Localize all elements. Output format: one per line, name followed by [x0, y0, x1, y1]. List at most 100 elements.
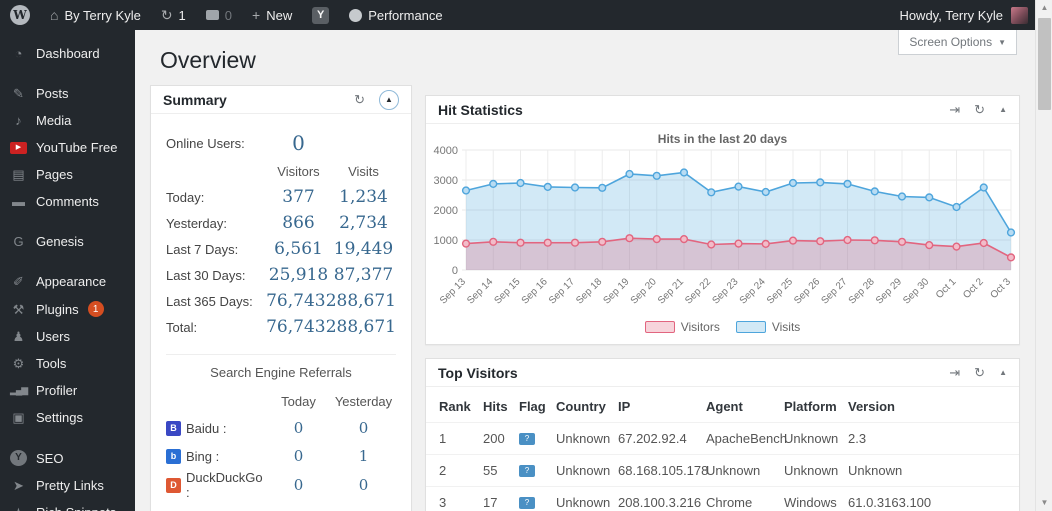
summary-row-label: Yesterday:	[166, 216, 266, 231]
sidebar-item-posts[interactable]: ✎Posts	[0, 80, 135, 107]
x-tick-label: Sep 23	[710, 276, 740, 306]
data-point	[735, 240, 742, 247]
sidebar-item-rich-snippets[interactable]: ★Rich Snippets	[0, 499, 135, 511]
comments-count: 0	[225, 8, 232, 23]
data-point	[817, 179, 824, 186]
sidebar-item-media[interactable]: ♪Media	[0, 107, 135, 134]
scroll-down-arrow-icon[interactable]: ▼	[1036, 495, 1052, 511]
sidebar-item-comments[interactable]: ▬Comments	[0, 188, 135, 215]
collapse-icon[interactable]: ▲	[999, 106, 1007, 114]
referral-engine-name: DuckDuckGo :	[186, 470, 266, 500]
table-header-row: RankHitsFlagCountryIPAgentPlatformVersio…	[426, 391, 1019, 422]
referral-engine-name: Bing :	[186, 449, 219, 464]
data-point	[681, 236, 688, 243]
vertical-scrollbar[interactable]: ▲ ▼	[1035, 0, 1052, 511]
new-content-menu[interactable]: + New	[242, 0, 302, 30]
home-icon: ⌂	[50, 8, 58, 22]
sidebar-item-plugins[interactable]: ⚒Plugins1	[0, 295, 135, 323]
hits-chart: Hits in the last 20 days 010002000300040…	[426, 124, 1019, 344]
yoast-seo-menu[interactable]: Y	[302, 0, 339, 30]
referral-today-value: 0	[266, 476, 331, 494]
data-point	[708, 241, 715, 248]
table-row[interactable]: 317?Unknown208.100.3.216ChromeWindows61.…	[426, 486, 1019, 511]
summary-title: Summary	[163, 92, 227, 108]
main-content: Overview Screen Options ▼ Summary ↻ ▲ On…	[135, 30, 1035, 511]
column-header: Platform	[784, 399, 848, 414]
sidebar-item-profiler[interactable]: ▂▄▆Profiler	[0, 377, 135, 404]
howdy-account-link[interactable]: Howdy, Terry Kyle	[899, 8, 1003, 23]
comment-bubble-icon	[206, 10, 219, 20]
data-point	[463, 240, 470, 247]
performance-label: Performance	[368, 8, 442, 23]
refresh-icon[interactable]: ↻	[354, 93, 365, 106]
table-row[interactable]: 1200?Unknown67.202.92.4ApacheBenchUnknow…	[426, 422, 1019, 454]
online-users-value: 0	[266, 131, 331, 155]
sidebar-item-label: SEO	[36, 451, 63, 466]
avatar[interactable]	[1011, 7, 1028, 24]
cell-agent: ApacheBench	[706, 431, 784, 446]
sidebar-item-youtube-free[interactable]: ▶YouTube Free	[0, 134, 135, 161]
legend-label: Visits	[772, 320, 800, 334]
legend-swatch-icon	[645, 321, 675, 333]
sidebar-item-seo[interactable]: YSEO	[0, 444, 135, 472]
sidebar-item-settings[interactable]: ▣Settings	[0, 404, 135, 431]
x-tick-label: Sep 21	[656, 276, 686, 306]
summary-row: Last 30 Days:25,91887,377	[166, 262, 396, 288]
cell-rank: 2	[439, 463, 483, 478]
sidebar-item-users[interactable]: ♟Users	[0, 323, 135, 350]
admin-sidebar: ◔Dashboard ✎Posts♪Media▶YouTube Free▤Page…	[0, 30, 135, 511]
data-point	[1008, 254, 1015, 261]
refresh-icon[interactable]: ↻	[974, 103, 985, 116]
sidebar-item-pretty-links[interactable]: ➤Pretty Links	[0, 472, 135, 499]
wordpress-menu[interactable]: W	[0, 0, 40, 30]
performance-menu[interactable]: Performance	[339, 0, 452, 30]
x-tick-label: Sep 29	[874, 276, 904, 306]
wordpress-logo-icon: W	[10, 5, 30, 25]
sidebar-item-dashboard[interactable]: ◔Dashboard	[0, 40, 135, 67]
cell-ip: 208.100.3.216	[618, 495, 706, 510]
cell-rank: 1	[439, 431, 483, 446]
sidebar-item-genesis[interactable]: GGenesis	[0, 228, 135, 255]
refresh-icon[interactable]: ↻	[974, 366, 985, 379]
x-tick-label: Sep 25	[765, 276, 795, 306]
column-header: Version	[848, 399, 1019, 414]
visits-value: 2,734	[331, 213, 396, 233]
summary-column-headers: VisitorsVisits	[166, 158, 396, 184]
data-point	[735, 183, 742, 190]
cell-ip: 68.168.105.178	[618, 463, 706, 478]
summary-row: Last 7 Days:6,56119,449	[166, 236, 396, 262]
collapse-icon[interactable]: ▲	[999, 369, 1007, 377]
y-tick-label: 2000	[434, 205, 458, 217]
cell-hits: 200	[483, 431, 519, 446]
sidebar-item-pages[interactable]: ▤Pages	[0, 161, 135, 188]
chart-plot: 01000200030004000Sep 13Sep 14Sep 15Sep 1…	[426, 138, 1019, 318]
summary-row: Today:3771,234	[166, 184, 396, 210]
scrollbar-thumb[interactable]	[1038, 18, 1051, 110]
table-row[interactable]: 255?Unknown68.168.105.178UnknownUnknownU…	[426, 454, 1019, 486]
data-point	[653, 236, 660, 243]
referral-today-value: 0	[266, 419, 331, 437]
comments-link[interactable]: 0	[196, 0, 242, 30]
data-point	[572, 239, 579, 246]
data-point	[926, 194, 933, 201]
sidebar-item-label: Rich Snippets	[36, 505, 116, 511]
cell-version: 2.3	[848, 431, 1019, 446]
collapse-button[interactable]: ▲	[379, 90, 399, 110]
sidebar-item-tools[interactable]: ⚙Tools	[0, 350, 135, 377]
media-icon: ♪	[10, 114, 27, 127]
export-icon[interactable]: ⇥	[949, 103, 960, 116]
data-point	[708, 189, 715, 196]
pages-icon: ▤	[10, 168, 27, 181]
update-count-badge: 1	[88, 301, 104, 317]
data-point	[790, 237, 797, 244]
column-header: IP	[618, 399, 706, 414]
profiler-icon: ▂▄▆	[10, 386, 27, 395]
export-icon[interactable]: ⇥	[949, 366, 960, 379]
screen-options-button[interactable]: Screen Options ▼	[898, 30, 1017, 55]
unknown-flag-icon: ?	[519, 433, 535, 445]
sidebar-item-appearance[interactable]: ✐Appearance	[0, 268, 135, 295]
updates-link[interactable]: ↻ 1	[151, 0, 196, 30]
site-link[interactable]: ⌂ By Terry Kyle	[40, 0, 151, 30]
x-tick-label: Sep 24	[738, 276, 768, 306]
scroll-up-arrow-icon[interactable]: ▲	[1036, 0, 1052, 16]
